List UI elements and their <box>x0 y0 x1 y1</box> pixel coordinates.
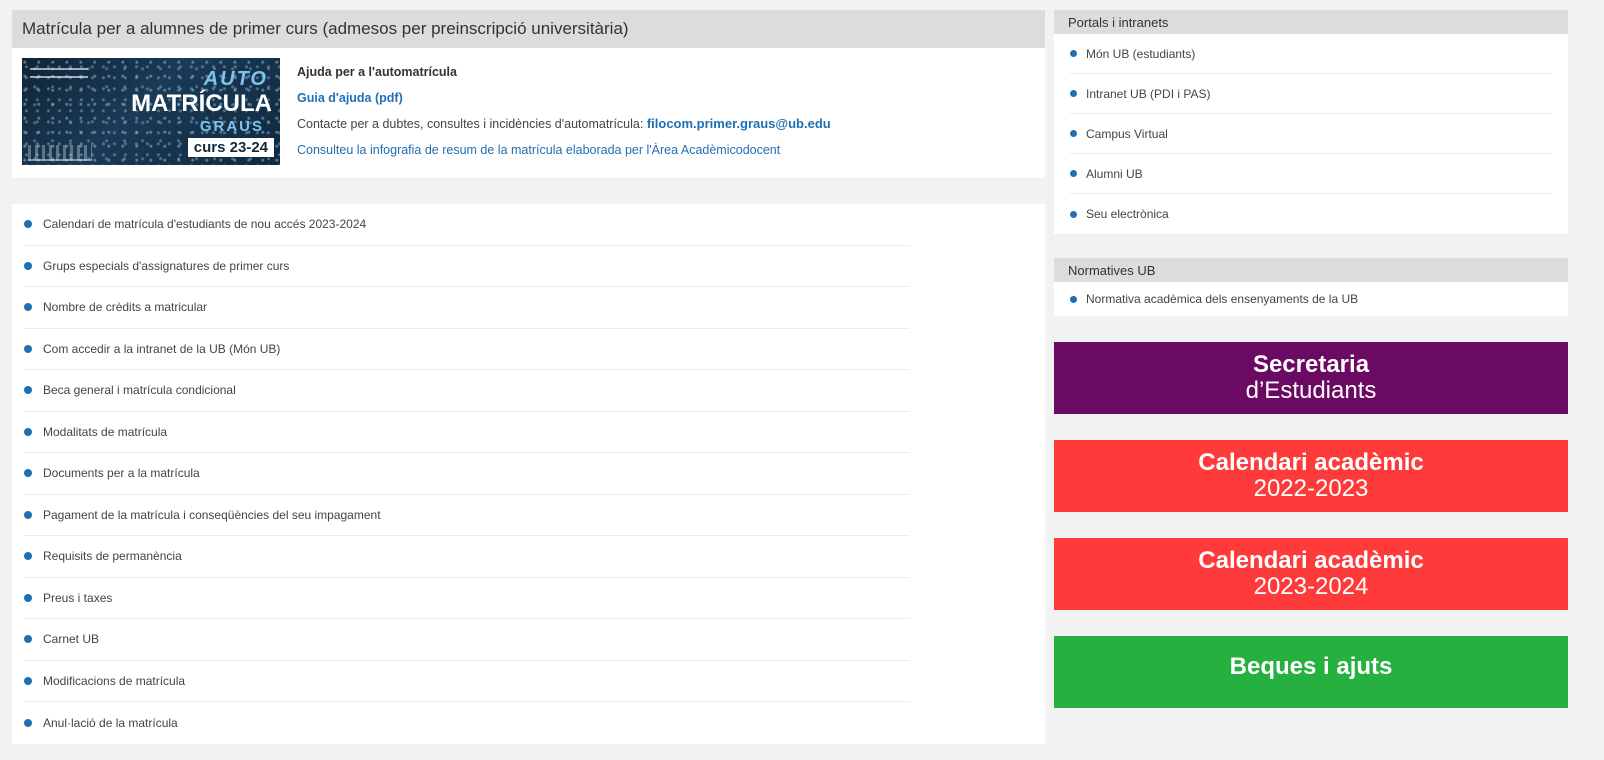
list-item-link[interactable]: Modificacions de matrícula <box>43 674 185 688</box>
contact-row: Contacte per a dubtes, consultes i incid… <box>297 114 831 140</box>
list-item[interactable]: Pagament de la matrícula i conseqüències… <box>24 495 910 536</box>
secretaria-line1: Secretaria <box>1252 351 1370 378</box>
list-item-link[interactable]: Nombre de crèdits a matricular <box>43 300 207 314</box>
matricula-section-title: Matrícula per a alumnes de primer curs (… <box>22 19 629 38</box>
list-item-link[interactable]: Com accedir a la intranet de la UB (Món … <box>43 342 280 356</box>
bullet-icon <box>24 427 32 436</box>
banner-curs-text: curs 23-24 <box>187 138 274 157</box>
calendari-2023-line2: 2023-2024 <box>1253 573 1369 600</box>
bullet-icon <box>24 344 32 353</box>
bullet-icon <box>24 510 32 519</box>
list-item-link[interactable]: Pagament de la matrícula i conseqüències… <box>43 508 381 522</box>
normative-item[interactable]: Normativa acadèmica dels ensenyaments de… <box>1070 282 1552 316</box>
normatives-list: Normativa acadèmica dels ensenyaments de… <box>1054 282 1568 316</box>
contact-text: Contacte per a dubtes, consultes i incid… <box>297 117 644 131</box>
list-item-link[interactable]: Grups especials d'assignatures de primer… <box>43 259 289 273</box>
main-content: Matrícula per a alumnes de primer curs (… <box>12 10 1045 744</box>
portal-item-alumni[interactable]: Alumni UB <box>1070 154 1552 194</box>
list-item[interactable]: Preus i taxes <box>24 578 910 619</box>
calendari-2022-line2: 2022-2023 <box>1253 475 1369 502</box>
bullet-icon <box>1070 50 1077 57</box>
ub-logo-icon <box>30 68 88 78</box>
normative-link[interactable]: Normativa acadèmica dels ensenyaments de… <box>1086 292 1358 306</box>
list-item[interactable]: Com accedir a la intranet de la UB (Món … <box>24 329 910 370</box>
list-item[interactable]: Grups especials d'assignatures de primer… <box>24 246 910 287</box>
banner-matricula-text: MATRÍCULA <box>131 90 272 117</box>
infographic-link[interactable]: Consulteu la infografia de resum de la m… <box>297 143 780 157</box>
list-item-link[interactable]: Preus i taxes <box>43 591 112 605</box>
guide-pdf-link[interactable]: Guia d'ajuda (pdf) <box>297 91 403 105</box>
calendari-2023-button[interactable]: Calendari acadèmic 2023-2024 <box>1054 538 1568 610</box>
bullet-icon <box>1070 90 1077 97</box>
automatricula-banner[interactable]: AUTO MATRÍCULA GRAUS curs 23-24 <box>22 58 280 165</box>
calendari-2023-line1: Calendari acadèmic <box>1198 547 1424 574</box>
bullet-icon <box>24 676 32 685</box>
normatives-header-title: Normatives UB <box>1068 262 1156 278</box>
list-item-link[interactable]: Calendari de matrícula d'estudiants de n… <box>43 217 366 231</box>
bullet-icon <box>24 552 32 561</box>
list-item[interactable]: Carnet UB <box>24 619 910 661</box>
bullet-icon <box>24 303 32 312</box>
bullet-icon <box>24 593 32 602</box>
list-item[interactable]: Beca general i matrícula condicional <box>24 370 910 412</box>
matricula-links-list: Calendari de matrícula d'estudiants de n… <box>12 204 1045 744</box>
bullet-icon <box>1070 170 1077 177</box>
bullet-icon <box>24 386 32 395</box>
bullet-icon <box>24 220 32 229</box>
portal-link[interactable]: Alumni UB <box>1086 167 1143 181</box>
list-item-link[interactable]: Beca general i matrícula condicional <box>43 383 236 397</box>
banner-graus-text: GRAUS <box>199 118 264 135</box>
portal-link[interactable]: Seu electrònica <box>1086 207 1169 221</box>
portal-item-campus-virtual[interactable]: Campus Virtual <box>1070 114 1552 154</box>
calendari-2022-button[interactable]: Calendari acadèmic 2022-2023 <box>1054 440 1568 512</box>
list-item-link[interactable]: Documents per a la matrícula <box>43 466 200 480</box>
automatricula-box: AUTO MATRÍCULA GRAUS curs 23-24 Ajuda pe… <box>12 48 1045 178</box>
portal-item-seu[interactable]: Seu electrònica <box>1070 194 1552 234</box>
portal-link[interactable]: Intranet UB (PDI i PAS) <box>1086 87 1210 101</box>
bullet-icon <box>1070 130 1077 137</box>
portal-link[interactable]: Món UB (estudiants) <box>1086 47 1195 61</box>
bullet-icon <box>1070 295 1077 303</box>
secretaria-button[interactable]: Secretaria d’Estudiants <box>1054 342 1568 414</box>
portals-header: Portals i intranets <box>1054 10 1568 34</box>
list-item[interactable]: Requisits de permanència <box>24 536 910 578</box>
bullet-icon <box>24 469 32 478</box>
list-item[interactable]: Documents per a la matrícula <box>24 453 910 495</box>
normatives-header: Normatives UB <box>1054 258 1568 282</box>
bullet-icon <box>1070 210 1077 218</box>
calendari-2022-line1: Calendari acadèmic <box>1198 449 1424 476</box>
list-item[interactable]: Modalitats de matrícula <box>24 412 910 453</box>
portal-item-mon-ub[interactable]: Món UB (estudiants) <box>1070 34 1552 74</box>
sidebar: Portals i intranets Món UB (estudiants) … <box>1054 10 1568 708</box>
list-item-link[interactable]: Anul·lació de la matrícula <box>43 716 178 730</box>
secretaria-line2: d’Estudiants <box>1245 377 1377 404</box>
list-item-link[interactable]: Modalitats de matrícula <box>43 425 167 439</box>
bullet-icon <box>24 635 32 644</box>
list-item[interactable]: Modificacions de matrícula <box>24 661 910 702</box>
contact-email-link[interactable]: filocom.primer.graus@ub.edu <box>647 116 831 131</box>
portal-link[interactable]: Campus Virtual <box>1086 127 1168 141</box>
list-item[interactable]: Calendari de matrícula d'estudiants de n… <box>24 204 910 246</box>
portals-header-title: Portals i intranets <box>1068 14 1169 30</box>
beques-button[interactable]: Beques i ajuts <box>1054 636 1568 708</box>
bullet-icon <box>24 718 32 727</box>
portal-item-intranet[interactable]: Intranet UB (PDI i PAS) <box>1070 74 1552 114</box>
bullet-icon <box>24 261 32 270</box>
list-item-link[interactable]: Requisits de permanència <box>43 549 182 563</box>
matricula-section-header: Matrícula per a alumnes de primer curs (… <box>12 10 1045 48</box>
list-item[interactable]: Anul·lació de la matrícula <box>24 702 910 744</box>
automatricula-help-title: Ajuda per a l'automatrícula <box>297 65 457 79</box>
banner-auto-text: AUTO <box>203 68 268 90</box>
portals-list: Món UB (estudiants) Intranet UB (PDI i P… <box>1054 34 1568 234</box>
automatricula-text: Ajuda per a l'automatrícula Guia d'ajuda… <box>280 58 831 168</box>
list-item-link[interactable]: Carnet UB <box>43 632 99 646</box>
list-item[interactable]: Nombre de crèdits a matricular <box>24 287 910 329</box>
beques-line1: Beques i ajuts <box>1229 653 1393 680</box>
building-icon <box>28 145 92 161</box>
